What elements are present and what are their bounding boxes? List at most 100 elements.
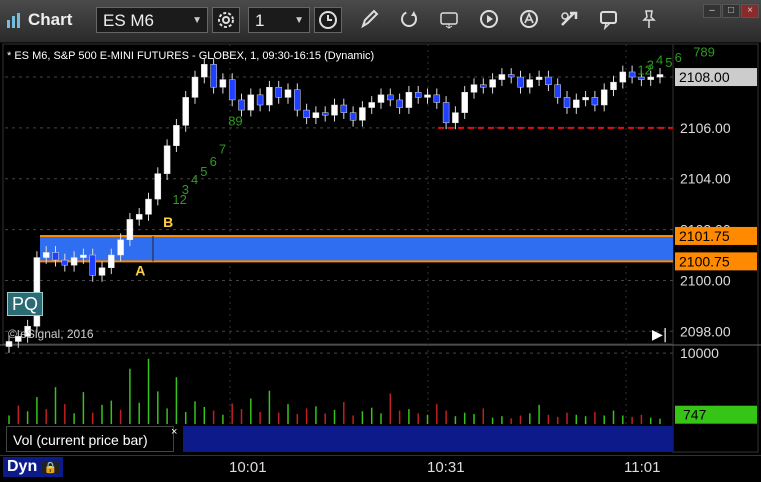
volume-study-label[interactable]: Vol (current price bar) xyxy=(6,426,174,452)
price-tick-label: 2098.00 xyxy=(680,323,731,339)
close-icon[interactable]: × xyxy=(171,426,177,438)
candle-body xyxy=(628,71,636,78)
candle-body xyxy=(266,86,273,106)
pq-badge[interactable]: PQ xyxy=(7,292,43,316)
candle-body xyxy=(396,99,403,108)
candle-body xyxy=(331,104,338,116)
candle-body xyxy=(173,125,180,146)
lower-range-badge: 2100.75 xyxy=(679,253,730,269)
candle-body xyxy=(619,71,627,83)
candle-body xyxy=(359,107,366,121)
candle-body xyxy=(498,74,506,80)
price-chart[interactable]: 2098.002100.002102.002104.002106.002108.… xyxy=(0,0,761,455)
dynamic-toggle[interactable]: Dyn 🔒 xyxy=(3,457,64,477)
candle-body xyxy=(219,79,227,88)
candle-body xyxy=(656,74,664,78)
candle-body xyxy=(52,252,59,261)
candle-body xyxy=(98,267,106,276)
candle-body xyxy=(470,84,478,93)
candle-body xyxy=(191,76,199,98)
annotation-label: B xyxy=(163,214,173,230)
time-tick-label: 11:01 xyxy=(624,459,661,476)
candle-body xyxy=(163,145,171,174)
current-price-badge: 2108.00 xyxy=(679,69,730,85)
volume-study-bar xyxy=(183,426,673,452)
candle-body xyxy=(368,102,375,108)
chart-title: * ES M6, S&P 500 E-MINI FUTURES - GLOBEX… xyxy=(7,50,375,62)
annotation-label: 89 xyxy=(228,113,242,128)
candle-body xyxy=(228,79,236,101)
candle-body xyxy=(340,104,348,113)
candle-body xyxy=(424,94,431,98)
scroll-right-icon: ▶| xyxy=(652,327,667,343)
candle-body xyxy=(535,76,543,80)
candle-body xyxy=(117,239,124,256)
opening-range-band xyxy=(40,235,673,262)
candle-body xyxy=(154,173,162,200)
candle-body xyxy=(545,76,552,85)
candle-body xyxy=(563,97,571,108)
candle-body xyxy=(70,257,78,266)
candle-body xyxy=(591,97,599,106)
candle-body xyxy=(387,94,394,101)
candle-body xyxy=(210,64,217,88)
candle-body xyxy=(303,109,310,118)
annotation-label: 789 xyxy=(693,45,715,60)
annotation-label: A xyxy=(135,262,145,278)
annotation-label: 6 xyxy=(675,50,682,65)
candle-body xyxy=(573,99,580,108)
candle-body xyxy=(89,254,96,276)
candle-body xyxy=(126,219,134,241)
candle-body xyxy=(145,198,152,215)
candle-body xyxy=(461,92,468,113)
candle-body xyxy=(377,94,385,103)
upper-range-badge: 2101.75 xyxy=(679,228,730,244)
annotation-label: 7 xyxy=(219,141,226,156)
volume-tick-label: 10000 xyxy=(680,345,719,361)
candle-body xyxy=(610,81,617,91)
candle-body xyxy=(414,92,422,98)
candle-body xyxy=(526,79,534,88)
price-tick-label: 2100.00 xyxy=(680,272,731,288)
candle-body xyxy=(349,112,357,121)
candle-body xyxy=(284,89,292,98)
price-tick-label: 2104.00 xyxy=(680,171,731,187)
candle-body xyxy=(582,97,589,101)
candle-body xyxy=(452,112,459,124)
lock-icon: 🔒 xyxy=(41,462,60,474)
candle-body xyxy=(433,94,441,103)
annotation-label: 5 xyxy=(200,164,207,179)
candle-body xyxy=(238,99,245,111)
candle-body xyxy=(247,94,255,111)
time-tick-label: 10:31 xyxy=(427,459,465,476)
candle-body xyxy=(405,92,413,108)
candle-body xyxy=(135,214,143,220)
candle-body xyxy=(5,341,13,347)
candle-body xyxy=(489,79,496,88)
annotation-label: 5 xyxy=(665,55,672,70)
candle-body xyxy=(275,86,282,98)
price-panel-frame xyxy=(2,43,674,345)
annotation-label: 3 xyxy=(182,182,189,197)
time-tick-label: 10:01 xyxy=(229,459,267,476)
annotation-label: 6 xyxy=(210,154,217,169)
candle-body xyxy=(201,64,208,78)
candle-body xyxy=(480,84,487,88)
dyn-label: Dyn xyxy=(7,458,38,475)
price-tick-label: 2106.00 xyxy=(680,120,731,136)
candle-body xyxy=(312,112,320,118)
annotation-label: 4 xyxy=(191,172,198,187)
candle-body xyxy=(42,252,50,258)
candle-body xyxy=(108,254,115,268)
current-volume-badge: 747 xyxy=(683,407,707,423)
y-axis-panel xyxy=(672,43,759,453)
annotation-label: 4 xyxy=(656,52,663,67)
candle-body xyxy=(517,76,524,88)
candle-body xyxy=(80,254,87,258)
candle-body xyxy=(61,259,69,266)
candle-body xyxy=(182,97,189,126)
candle-body xyxy=(294,89,301,111)
candle-body xyxy=(507,74,515,78)
candle-body xyxy=(554,84,561,98)
candle-body xyxy=(442,102,450,124)
